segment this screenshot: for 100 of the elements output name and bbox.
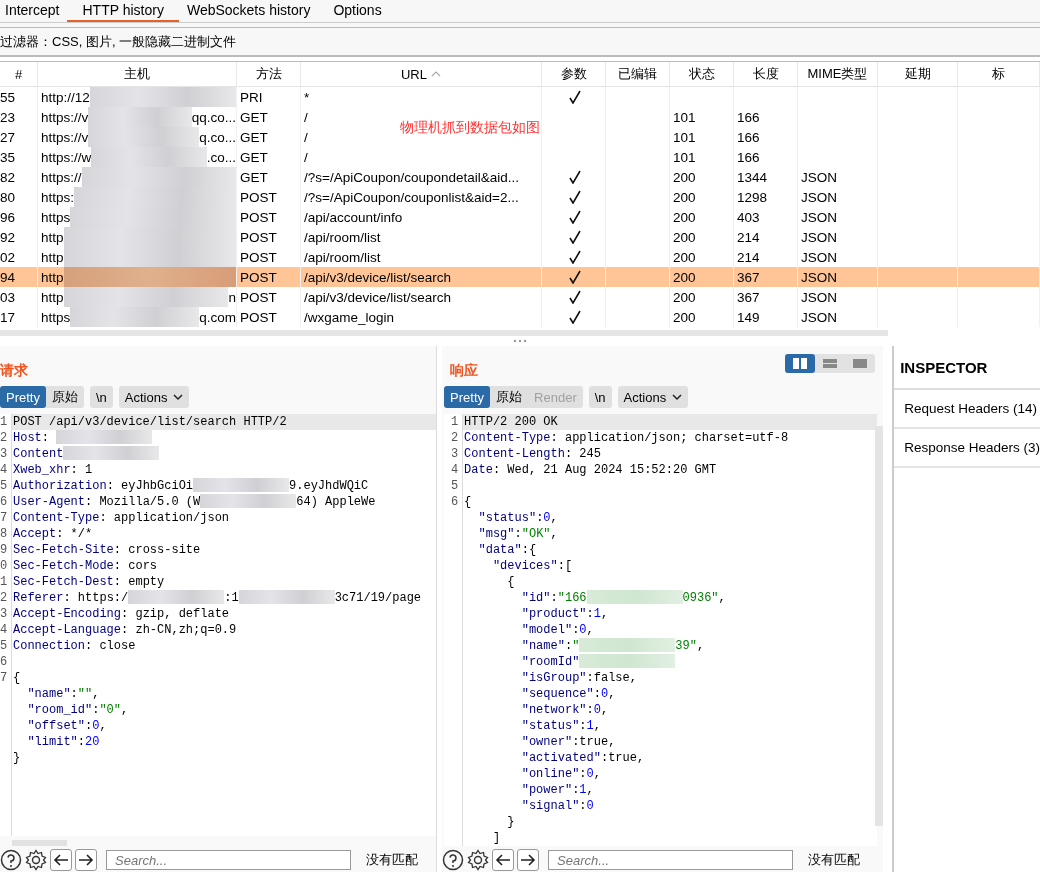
code-text: :[ (557, 558, 573, 574)
table-cell: n (228, 289, 236, 305)
settings-icon[interactable] (467, 849, 490, 871)
code-text: 20 (85, 734, 100, 750)
actions-button[interactable]: Actions (118, 386, 190, 408)
search-field[interactable]: Search... (548, 850, 794, 870)
column-header[interactable]: 状态 (670, 62, 734, 86)
table-cell: q.com (199, 309, 236, 325)
code-text: : */* (56, 526, 93, 542)
table-row[interactable]: 17 https q.com POST /wxgame_login 200 149 JSON (0, 307, 1040, 327)
table-row[interactable]: 96 https POST /api/account/info 200 403 JSON (0, 207, 1040, 227)
scrollbar[interactable] (0, 330, 888, 336)
table-row[interactable]: 80 https: POST /?s=/ApiCoupon/couponlist&aid=2... 200 1298 JSON (0, 187, 1040, 207)
code-text: Xweb_xhr (13, 462, 71, 478)
code-text: ] (491, 830, 501, 846)
column-header[interactable]: 标 (958, 62, 1040, 86)
table-cell: JSON (798, 287, 878, 307)
layout-icon (853, 358, 868, 369)
code-text: : (572, 622, 580, 638)
newline-button[interactable]: \n (89, 386, 113, 408)
table-row[interactable]: 03 http n POST /api/v3/device/list/search 200 367 JSON (0, 287, 1040, 307)
table-row[interactable]: 35 https://w .co... GET / 101 166 (0, 147, 1040, 167)
column-header[interactable]: URL (301, 62, 542, 86)
table-cell: 96 (0, 207, 38, 227)
search-field[interactable]: Search... (106, 850, 351, 870)
pane-title: 请求 (0, 362, 28, 380)
forward-button[interactable] (75, 849, 97, 871)
table-cell: /api/account/info (301, 207, 542, 227)
table-row[interactable]: 82 https:// GET /?s=/ApiCoupon/coupondetail&aid... 200 1344 JSON (0, 167, 1040, 187)
actions-button[interactable]: Actions (617, 386, 689, 408)
table-row[interactable]: 94 http POST /api/v3/device/list/search 200 367 JSON (0, 267, 1040, 287)
view-tab[interactable]: Pretty (0, 386, 46, 408)
splitter-handle[interactable] (513, 339, 527, 343)
code-text: : (536, 510, 544, 526)
table-row[interactable]: 92 http POST /api/room/list 200 214 JSON (0, 227, 1040, 247)
table-cell: 1298 (734, 187, 798, 207)
layout-icon (793, 358, 808, 369)
help-icon[interactable] (0, 849, 22, 871)
view-tab[interactable]: 原始 (490, 386, 529, 408)
left-arrow-icon (53, 854, 69, 866)
table-cell: GET (237, 167, 301, 187)
code-text: "network" (520, 702, 587, 718)
inspector-section[interactable]: Response Headers (3) (894, 429, 1040, 468)
scrollbar[interactable] (875, 426, 884, 826)
back-button[interactable] (50, 849, 72, 871)
table-cell: 35 (0, 147, 38, 167)
code-text: 0 (600, 686, 609, 702)
column-header[interactable]: 延期 (878, 62, 958, 86)
line-number: 7 (0, 510, 9, 526)
table-cell: 27 (0, 127, 38, 147)
filter-text[interactable]: 过滤器：CSS, 图片, 一般隐藏二进制文件 (0, 32, 237, 51)
code-text: "name" (520, 638, 565, 654)
layout-button[interactable] (785, 354, 816, 373)
line-number: 0 (0, 558, 9, 574)
table-cell: /api/v3/device/list/search (301, 287, 542, 307)
view-tab[interactable]: Pretty (444, 386, 491, 408)
table-cell: / (301, 147, 542, 167)
code-text: : Mozilla/5.0 (W (85, 494, 201, 510)
table-cell: 149 (734, 307, 798, 327)
code-text: 0 (92, 718, 100, 734)
column-header[interactable]: # (0, 62, 38, 86)
inspector-section[interactable]: Request Headers (14) (894, 390, 1040, 429)
table-cell: JSON (798, 207, 878, 227)
code-text: "signal" (520, 798, 580, 814)
settings-icon[interactable] (25, 849, 47, 871)
line-number: 5 (449, 478, 459, 494)
newline-button[interactable]: \n (588, 386, 612, 408)
column-header[interactable]: 方法 (237, 62, 301, 86)
table-cell: https://v (41, 129, 89, 145)
table-cell: PRI (237, 87, 301, 107)
back-button[interactable] (492, 849, 515, 871)
table-cell: 166 (734, 127, 798, 147)
line-number: 6 (0, 654, 9, 670)
table-cell: /wxgame_login (301, 307, 542, 327)
column-header[interactable]: 参数 (542, 62, 606, 86)
table-cell: .co... (206, 149, 236, 165)
forward-button[interactable] (517, 849, 540, 871)
code-text: 1 (579, 782, 587, 798)
table-cell: 166 (734, 147, 798, 167)
right-arrow-icon (78, 854, 94, 866)
column-header[interactable]: MIME类型 (798, 62, 878, 86)
table-cell: 214 (734, 227, 798, 247)
code-text: 9.eyJhdWQiC (289, 478, 369, 494)
code-text: : (85, 718, 93, 734)
table-row[interactable]: 55 http://12 PRI * (0, 87, 1040, 107)
table-cell: 200 (670, 207, 734, 227)
code-text: : (70, 686, 78, 702)
code-text: : https:/ (63, 590, 129, 606)
table-cell: JSON (798, 167, 878, 187)
column-header[interactable]: 主机 (38, 62, 237, 86)
column-header[interactable]: 已编辑 (606, 62, 670, 86)
table-cell: 92 (0, 227, 38, 247)
code-text: , (121, 702, 129, 718)
table-cell: 200 (670, 307, 734, 327)
view-tab[interactable]: 原始 (45, 386, 84, 408)
column-header[interactable]: 长度 (734, 62, 798, 86)
help-icon[interactable] (442, 849, 465, 871)
code-text: Content (13, 446, 64, 462)
code-text: : (593, 686, 601, 702)
table-cell: /?s=/ApiCoupon/coupondetail&aid... (301, 167, 542, 187)
